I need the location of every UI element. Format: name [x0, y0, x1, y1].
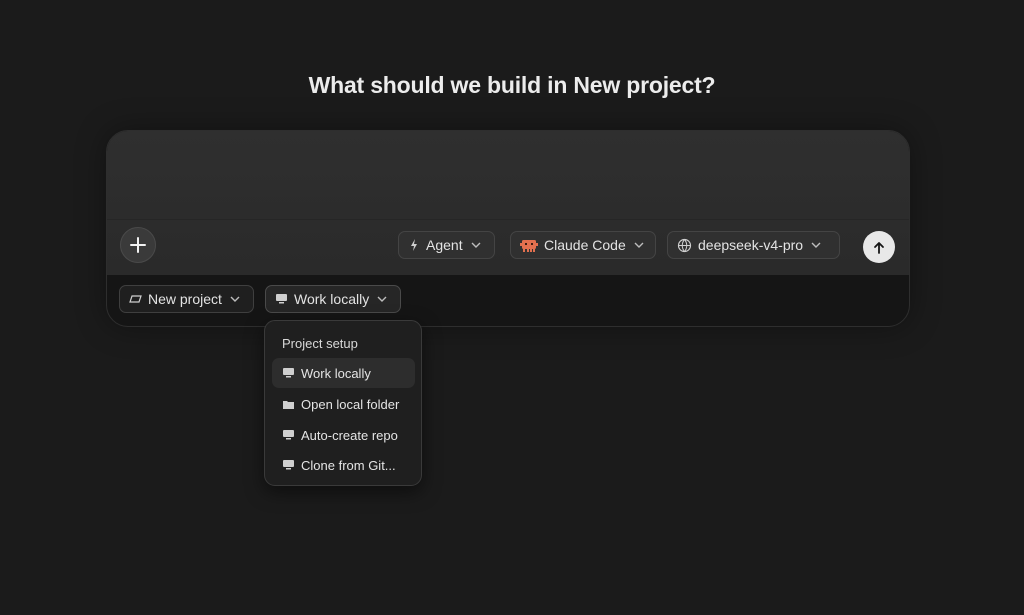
chevron-down-icon [230, 296, 240, 302]
chevron-down-icon [634, 242, 644, 248]
composer: Agent Claude Code deepseek-v4-pro New pr… [106, 130, 910, 327]
arrow-up-icon [874, 241, 884, 254]
monitor-icon [282, 459, 295, 471]
location-label: Work locally [294, 291, 370, 307]
monitor-icon [275, 293, 288, 305]
agent-sparkle-icon [408, 238, 420, 252]
send-button[interactable] [863, 231, 895, 263]
model-select[interactable]: deepseek-v4-pro [667, 231, 840, 259]
monitor-icon [282, 367, 295, 379]
project-select[interactable]: New project [119, 285, 254, 313]
location-select[interactable]: Work locally [265, 285, 401, 313]
folder-icon [282, 399, 295, 410]
page: What should we build in New project? Age… [0, 0, 1024, 615]
menu-item-label: Clone from Git... [301, 457, 396, 473]
project-icon [129, 294, 142, 304]
menu-item-clone-from-git[interactable]: Clone from Git... [272, 450, 415, 480]
menu-item-label: Auto-create repo [301, 427, 398, 443]
model-globe-icon [677, 238, 692, 253]
project-setup-menu: Project setup Work locally Open local fo… [264, 320, 422, 486]
engine-select[interactable]: Claude Code [510, 231, 656, 259]
add-attachment-button[interactable] [120, 227, 156, 263]
menu-item-label: Open local folder [301, 396, 400, 412]
monitor-icon [282, 429, 295, 441]
prompt-input[interactable] [107, 131, 909, 219]
toolbar-divider [107, 219, 909, 220]
menu-item-open-local-folder[interactable]: Open local folder [272, 389, 415, 419]
menu-item-auto-create-repo[interactable]: Auto-create repo [272, 420, 415, 450]
page-title: What should we build in New project? [308, 72, 716, 98]
plus-icon [130, 237, 146, 253]
mode-label: Agent [426, 237, 463, 253]
engine-label: Claude Code [544, 237, 626, 253]
menu-header: Project setup [282, 336, 358, 351]
claude-code-icon [520, 238, 538, 252]
model-label: deepseek-v4-pro [698, 237, 804, 253]
menu-item-label: Work locally [301, 365, 371, 381]
chevron-down-icon [377, 296, 387, 302]
chevron-down-icon [471, 242, 481, 248]
project-label: New project [148, 291, 222, 307]
menu-item-work-locally[interactable]: Work locally [272, 358, 415, 388]
mode-select[interactable]: Agent [398, 231, 495, 259]
chevron-down-icon [811, 242, 821, 248]
